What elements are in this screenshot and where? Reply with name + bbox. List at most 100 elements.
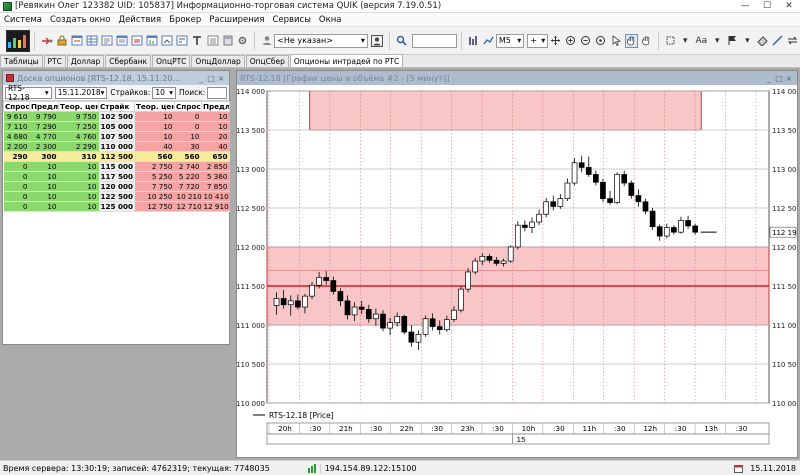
candle-body[interactable]	[685, 220, 691, 227]
candle-body[interactable]	[387, 322, 393, 329]
candle-body[interactable]	[436, 326, 443, 331]
limits-icon[interactable]	[176, 34, 189, 48]
options-row[interactable]: 7 110 7 290 7 250 105 000 10 0 10	[3, 121, 230, 132]
candle-body[interactable]	[621, 174, 628, 184]
tab-opt-sber[interactable]: ОпцСбер	[245, 55, 289, 67]
chevron-down-icon[interactable]: ▾	[741, 34, 754, 48]
lock-icon[interactable]	[55, 34, 68, 48]
new-order-icon[interactable]	[70, 34, 83, 48]
close-button[interactable]: ✕	[778, 0, 800, 13]
candle-body[interactable]	[649, 210, 656, 228]
options-row[interactable]: 0 10 10 117 500 5 250 5 220 5 360	[3, 171, 230, 182]
candle-body[interactable]	[273, 298, 280, 306]
quik-logo[interactable]	[6, 29, 31, 52]
candle-body[interactable]	[628, 182, 635, 196]
candle-body[interactable]	[557, 198, 564, 207]
candle-body[interactable]	[344, 300, 351, 316]
candle-body[interactable]	[330, 280, 337, 292]
candle-body[interactable]	[600, 181, 606, 199]
quotes-icon[interactable]	[101, 34, 114, 48]
candle-body[interactable]	[472, 260, 479, 273]
strikes-select[interactable]: 10 ▾	[152, 86, 176, 99]
candle-body[interactable]	[500, 260, 507, 264]
timeframe-select[interactable]: M5 ▾	[495, 33, 525, 48]
candle-body[interactable]	[444, 319, 450, 331]
move-icon[interactable]	[549, 34, 562, 48]
options-row[interactable]: 0 10 10 122 500 10 250 10 210 10 410	[3, 191, 230, 202]
candle-body[interactable]	[394, 316, 401, 324]
candle-body[interactable]	[607, 198, 613, 203]
hand-scroll-icon[interactable]	[640, 34, 653, 48]
table-icon[interactable]	[86, 34, 99, 48]
connect-icon[interactable]	[40, 34, 53, 48]
candle-body[interactable]	[514, 224, 521, 248]
candle-body[interactable]	[642, 201, 649, 212]
candle-body[interactable]	[536, 213, 542, 223]
candle-body[interactable]	[635, 195, 642, 203]
col-header-bid-call[interactable]: Спрос C	[3, 101, 30, 112]
candle-body[interactable]	[465, 271, 471, 290]
price-chart[interactable]: 110 000 110 000 110 500 110 500 111 000 111 0…	[237, 85, 797, 457]
col-header-strike[interactable]: Страйк	[98, 101, 135, 112]
options-row[interactable]: 0 10 10 120 000 7 750 7 720 7 850	[3, 181, 230, 192]
options-row[interactable]: 9 610 9 790 9 750 102 500 10 0 10	[3, 111, 230, 122]
col-header-ask-call[interactable]: Предл. С	[29, 101, 59, 112]
options-row[interactable]: 2 200 2 300 2 290 110 000 40 30 40	[3, 141, 230, 152]
chevron-down-icon[interactable]: ▾	[679, 34, 692, 48]
candle-body[interactable]	[593, 174, 599, 183]
close-icon[interactable]: ×	[216, 74, 226, 83]
zoom-reset-icon[interactable]	[594, 34, 607, 48]
price-zone[interactable]	[309, 90, 702, 131]
settings-icon[interactable]	[236, 34, 249, 48]
account-info-icon[interactable]	[371, 34, 384, 48]
candle-body[interactable]	[358, 306, 365, 310]
candle-body[interactable]	[401, 316, 408, 333]
candle-body[interactable]	[678, 220, 684, 233]
instrument-select[interactable]: RTS-12.18 ▾	[5, 84, 52, 102]
minimize-button[interactable]: —	[734, 0, 756, 13]
candle-body[interactable]	[365, 309, 372, 320]
col-header-theor-call[interactable]: Теор. цена С	[58, 101, 99, 112]
tab-options-intraday-rts[interactable]: Опционы интрадей по РТС	[289, 54, 404, 67]
candle-body[interactable]	[486, 256, 493, 261]
crosshair-select[interactable]: + ▾	[527, 33, 549, 48]
zoom-out-icon[interactable]	[579, 34, 592, 48]
candle-body[interactable]	[458, 288, 464, 311]
menu-create-window[interactable]: Создать окно	[46, 15, 115, 25]
candle-body[interactable]	[522, 224, 528, 228]
options-row[interactable]: 0 10 10 125 000 12 750 12 710 12 910	[3, 201, 230, 212]
candle-body[interactable]	[323, 277, 330, 281]
col-header-theor-put[interactable]: Теор. цена P	[134, 101, 175, 112]
candle-body[interactable]	[380, 313, 386, 329]
candle-body[interactable]	[373, 313, 379, 320]
rectangle-select-icon[interactable]	[664, 34, 677, 48]
tab-tables[interactable]: Таблицы	[0, 55, 43, 67]
tab-dollar[interactable]: Доллар	[66, 55, 105, 67]
candle-body[interactable]	[351, 306, 358, 316]
candle-body[interactable]	[564, 182, 571, 199]
candle-body[interactable]	[493, 259, 500, 264]
menu-windows[interactable]: Окна	[315, 15, 346, 25]
draw-line-icon[interactable]	[771, 34, 784, 48]
search-input[interactable]	[411, 33, 457, 48]
candle-body[interactable]	[614, 174, 620, 203]
candle-body[interactable]	[295, 300, 301, 308]
candle-body[interactable]	[663, 227, 670, 237]
maximize-button[interactable]: ☐	[756, 0, 778, 13]
calculator-icon[interactable]	[221, 34, 234, 48]
tab-opt-rts[interactable]: ОпцРТС	[152, 55, 191, 67]
candle-body[interactable]	[316, 277, 322, 286]
search-field[interactable]	[207, 86, 227, 99]
candle-body[interactable]	[656, 226, 663, 237]
candle-body[interactable]	[309, 284, 315, 297]
zoom-in-icon[interactable]	[564, 34, 577, 48]
col-header-ask-put[interactable]: Предл.	[201, 101, 230, 112]
candle-body[interactable]	[451, 309, 457, 320]
candle-body[interactable]	[408, 331, 415, 343]
minimize-icon[interactable]: _	[196, 74, 206, 83]
candle-body[interactable]	[671, 227, 677, 233]
candle-body[interactable]	[571, 162, 578, 184]
tab-rts[interactable]: РТС	[43, 55, 66, 67]
candle-body[interactable]	[302, 295, 308, 308]
options-row[interactable]: 290 300 310 112 500 560 560 650	[3, 151, 230, 162]
